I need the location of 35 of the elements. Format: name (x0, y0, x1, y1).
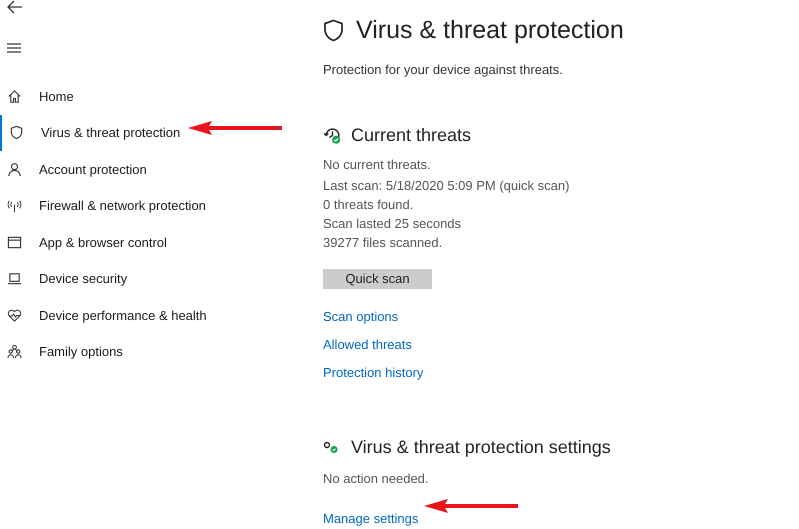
window-icon (7, 234, 22, 250)
status-text: No current threats. (323, 156, 432, 174)
link[interactable]: Scan options (323, 308, 398, 324)
antenna-icon (7, 198, 22, 214)
nav-item[interactable]: Device security (0, 260, 312, 297)
nav-item[interactable]: Firewall & network protection (0, 188, 312, 224)
link[interactable]: Protection history (323, 364, 424, 380)
shield-icon (9, 125, 24, 140)
section-heading: Current threats (351, 124, 472, 147)
nav-item[interactable]: Device performance & health (0, 297, 312, 334)
back-icon[interactable] (7, 0, 23, 14)
shield-icon (323, 18, 344, 43)
status-text: 0 threats found. (323, 196, 414, 214)
status-text: No action needed. (323, 470, 430, 488)
laptop-icon (7, 271, 22, 286)
page-subtitle: Protection for your device against threats. (323, 60, 564, 79)
heart-icon (7, 308, 22, 323)
nav-item[interactable]: Family options (0, 334, 312, 370)
section-heading: Virus & threat protection settings (351, 436, 611, 459)
page-title: Virus & threat protection (356, 15, 624, 46)
status-text: Last scan: 5/18/2020 5:09 PM (quick scan) (323, 177, 570, 195)
status-text: 39277 files scanned. (323, 234, 444, 252)
clock-check-icon (323, 126, 342, 145)
menu-icon[interactable] (7, 43, 21, 53)
person-icon (7, 162, 22, 177)
nav-item[interactable]: Account protection (0, 151, 312, 188)
link[interactable]: Allowed threats (323, 336, 412, 352)
nav-item[interactable]: Home (0, 78, 312, 114)
nav-item[interactable]: App & browser control (0, 224, 312, 260)
manage-settings-link[interactable]: Manage settings (323, 511, 418, 526)
home-icon (7, 88, 22, 104)
status-text: Scan lasted 25 seconds (323, 215, 462, 233)
people-icon (7, 344, 22, 360)
gears-icon (323, 440, 340, 454)
quick-scan-button[interactable]: Quick scan (323, 269, 432, 288)
